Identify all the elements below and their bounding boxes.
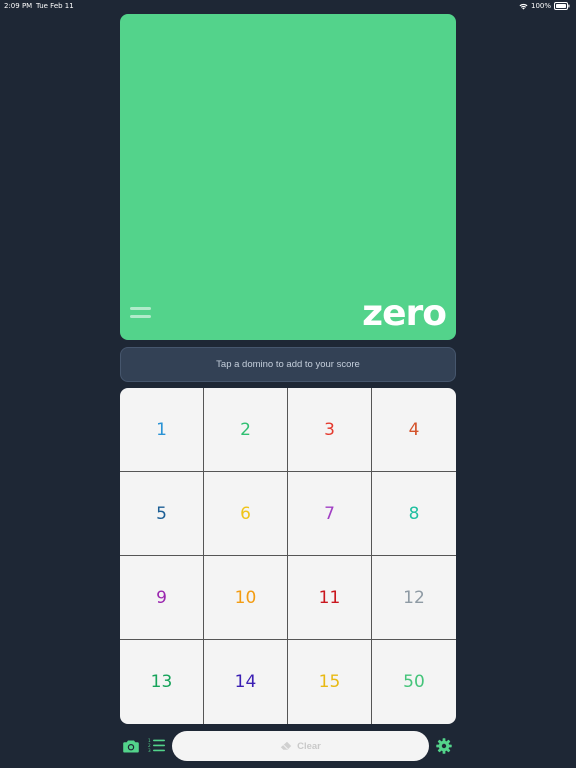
clear-button[interactable]: Clear: [172, 731, 429, 761]
eraser-icon: [280, 741, 292, 751]
menu-icon[interactable]: [130, 307, 152, 321]
domino-15[interactable]: 15: [288, 640, 372, 724]
gear-icon[interactable]: [436, 738, 452, 754]
status-bar: 2:09 PM Tue Feb 11 100%: [0, 0, 576, 14]
wifi-icon: [519, 3, 528, 10]
hint-bar: Tap a domino to add to your score: [120, 347, 456, 382]
domino-14[interactable]: 14: [204, 640, 288, 724]
domino-2[interactable]: 2: [204, 388, 288, 472]
domino-4[interactable]: 4: [372, 388, 456, 472]
domino-grid: 1 2 3 4 5 6 7 8 9 10 11 12 13 14 15 50: [120, 388, 456, 724]
score-value: zero: [362, 293, 447, 334]
list-icon[interactable]: 1 2 3: [148, 738, 166, 753]
hint-text: Tap a domino to add to your score: [216, 359, 360, 370]
bottom-toolbar: 1 2 3 Clear: [0, 730, 576, 762]
domino-11[interactable]: 11: [288, 556, 372, 640]
score-card: zero: [120, 14, 456, 340]
status-date: Tue Feb 11: [36, 2, 74, 10]
status-time: 2:09 PM: [4, 2, 33, 10]
domino-9[interactable]: 9: [120, 556, 204, 640]
domino-7[interactable]: 7: [288, 472, 372, 556]
clear-label: Clear: [297, 740, 321, 752]
battery-icon: [554, 2, 570, 10]
domino-8[interactable]: 8: [372, 472, 456, 556]
camera-icon[interactable]: [123, 739, 139, 753]
domino-6[interactable]: 6: [204, 472, 288, 556]
domino-1[interactable]: 1: [120, 388, 204, 472]
domino-10[interactable]: 10: [204, 556, 288, 640]
svg-text:3: 3: [148, 748, 151, 753]
domino-50[interactable]: 50: [372, 640, 456, 724]
app-screen: 2:09 PM Tue Feb 11 100% zero Tap a domin…: [0, 0, 576, 768]
domino-13[interactable]: 13: [120, 640, 204, 724]
domino-12[interactable]: 12: [372, 556, 456, 640]
domino-5[interactable]: 5: [120, 472, 204, 556]
status-right: 100%: [519, 2, 570, 10]
battery-percent: 100%: [530, 2, 551, 10]
domino-3[interactable]: 3: [288, 388, 372, 472]
